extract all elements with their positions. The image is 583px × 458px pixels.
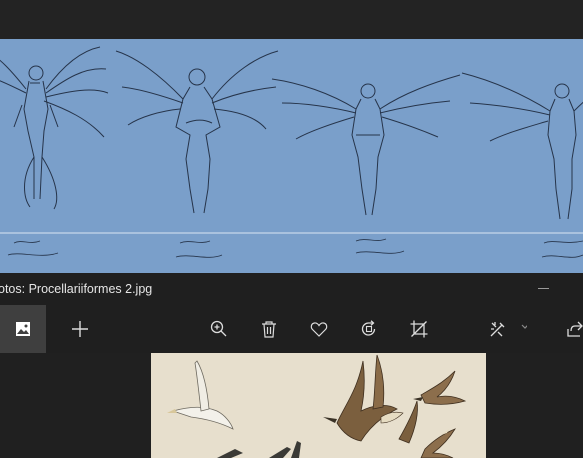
window-title: otos: Procellariiformes 2.jpg	[0, 282, 153, 296]
sketch-figure-dominions	[461, 72, 583, 220]
titlebar[interactable]: otos: Procellariiformes 2.jpg	[0, 273, 583, 305]
sketch-figure-cherubs	[115, 50, 279, 214]
share-icon	[567, 321, 583, 337]
photo-bird-brown-flying	[413, 370, 467, 405]
sketch-figure-thrones	[271, 74, 461, 216]
photo-bird-white	[167, 360, 234, 430]
crop-button[interactable]	[398, 305, 440, 353]
image-viewer	[0, 353, 583, 458]
delete-button[interactable]	[248, 305, 290, 353]
photo-bird-dark-partial	[217, 441, 301, 458]
edit-icon	[490, 322, 527, 337]
plus-icon	[72, 321, 88, 337]
screen: otos: Procellariiformes 2.jpg	[0, 0, 583, 458]
background-sketch-image	[0, 39, 583, 273]
heart-icon	[310, 322, 328, 337]
trash-icon	[262, 321, 276, 338]
photo-procellariiformes[interactable]	[151, 353, 486, 458]
sketch-figure-seraphim	[0, 46, 109, 210]
share-button[interactable]	[560, 305, 583, 353]
zoom-in-icon	[210, 320, 227, 337]
image-icon	[16, 322, 30, 336]
rotate-icon	[361, 320, 376, 336]
rotate-button[interactable]	[348, 305, 390, 353]
toolbar	[0, 305, 583, 353]
view-image-button[interactable]	[0, 305, 46, 353]
crop-icon	[410, 320, 428, 338]
photo-bird-brown-center	[323, 354, 404, 442]
background-window-top-strip	[0, 0, 583, 39]
photo-bird-brown-lower	[398, 400, 456, 458]
zoom-in-button[interactable]	[198, 305, 240, 353]
edit-button[interactable]	[484, 305, 532, 353]
add-button[interactable]	[58, 305, 102, 353]
favorite-button[interactable]	[298, 305, 340, 353]
minimize-icon[interactable]	[538, 288, 549, 289]
